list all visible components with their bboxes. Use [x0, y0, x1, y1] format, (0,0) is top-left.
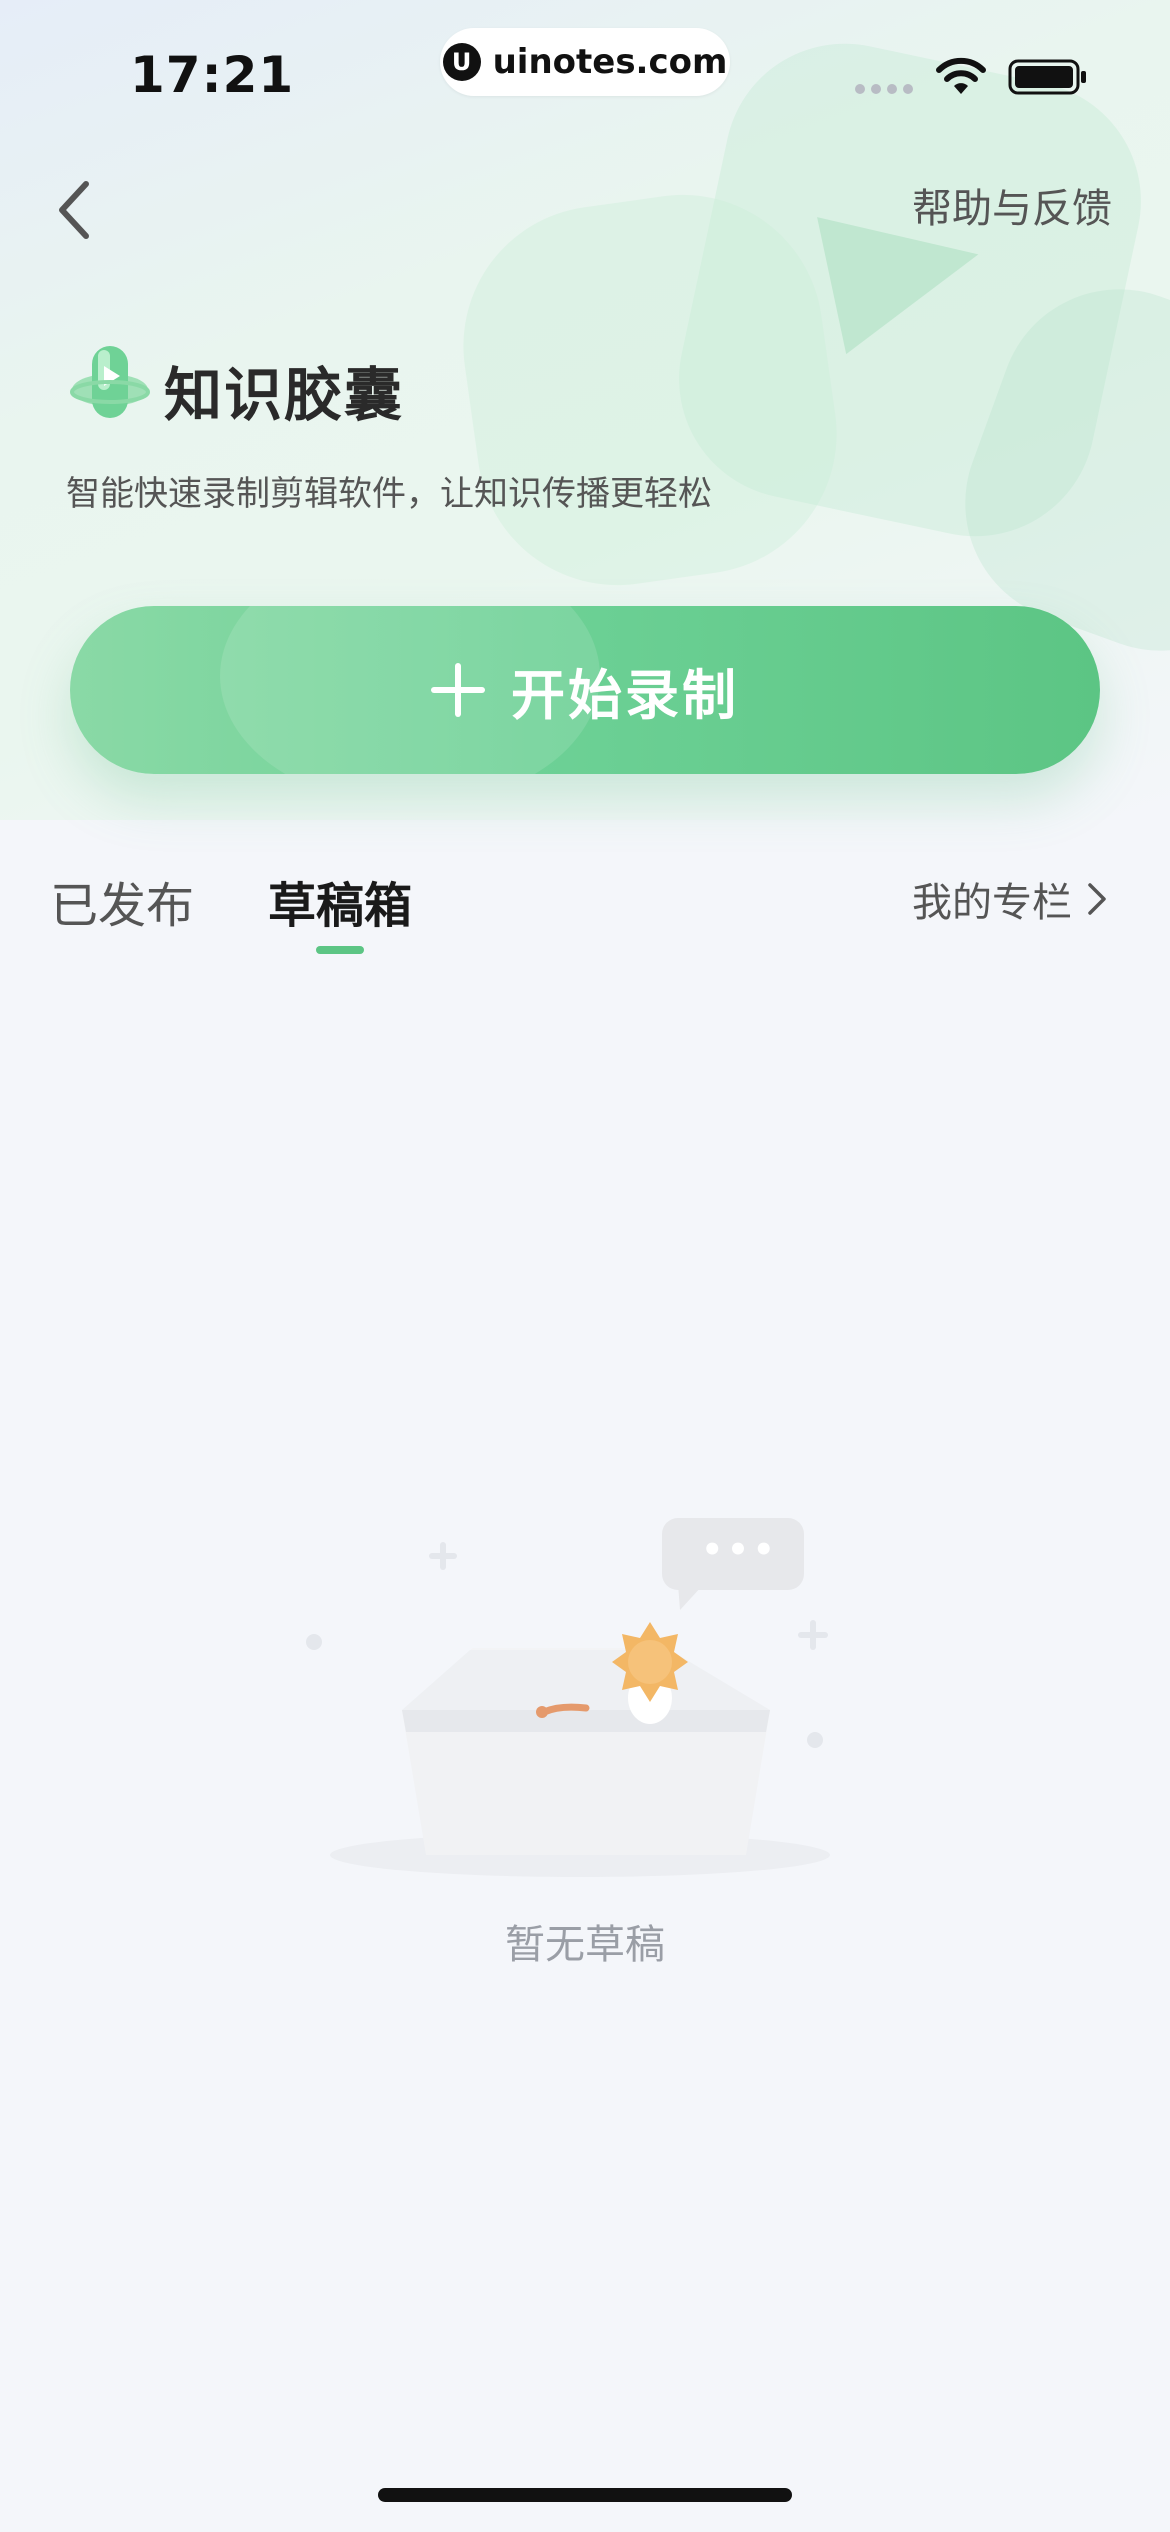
my-column-link[interactable]: 我的专栏	[912, 870, 1108, 928]
knowledge-capsule-logo-icon	[70, 346, 150, 418]
tab-drafts[interactable]: 草稿箱	[268, 866, 412, 936]
site-logo-icon: U	[442, 43, 481, 81]
app-subtitle: 智能快速录制剪辑软件，让知识传播更轻松	[66, 474, 712, 514]
battery-icon	[1008, 59, 1086, 95]
empty-box-illustration	[306, 1518, 830, 1877]
url-badge: U uinotes.com	[440, 28, 730, 96]
url-text: uinotes.com	[492, 42, 728, 82]
my-column-label: 我的专栏	[912, 880, 1072, 926]
start-recording-label: 开始录制	[511, 663, 739, 727]
tab-published[interactable]: 已发布	[50, 866, 194, 936]
ellipsis-icon: •••	[701, 1530, 779, 1570]
chevron-left-icon[interactable]	[48, 170, 108, 250]
cellular-signal-icon	[855, 84, 913, 94]
app-title: 知识胶囊	[164, 361, 405, 429]
chevron-right-icon	[1088, 883, 1106, 915]
home-indicator[interactable]	[378, 2488, 792, 2502]
help-feedback-link[interactable]: 帮助与反馈	[912, 176, 1112, 234]
status-time: 17:21	[130, 46, 295, 104]
empty-state-text: 暂无草稿	[505, 1922, 665, 1968]
active-tab-indicator	[316, 946, 364, 954]
plus-icon	[431, 663, 485, 717]
start-recording-button[interactable]: 开始录制	[70, 606, 1100, 774]
wifi-icon	[936, 57, 986, 94]
